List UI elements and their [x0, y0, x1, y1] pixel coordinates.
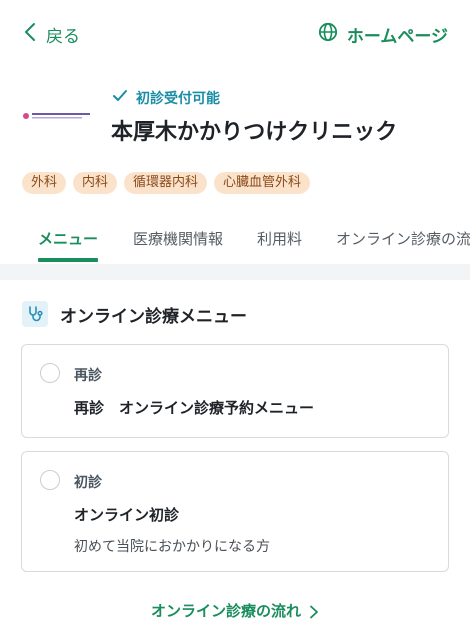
section-divider — [0, 264, 470, 280]
clinic-header: 初診受付可能 本厚木かかりつけクリニック — [0, 84, 470, 154]
tab-online-flow[interactable]: オンライン診療の流れ — [336, 228, 470, 249]
specialty-tag: 内科 — [73, 172, 118, 194]
homepage-link[interactable]: ホームページ — [318, 22, 448, 47]
accept-status: 初診受付可能 — [112, 88, 220, 108]
specialty-tags: 外科 内科 循環器内科 心臓血管外科 — [22, 172, 311, 194]
menu-option-type: 初診 — [74, 475, 102, 491]
stethoscope-icon — [22, 301, 48, 327]
clinic-name: 本厚木かかりつけクリニック — [111, 120, 398, 145]
online-flow-link-label: オンライン診療の流れ — [150, 602, 301, 620]
back-label: 戻る — [46, 27, 80, 47]
back-button[interactable]: 戻る — [22, 22, 80, 47]
radio-button[interactable] — [40, 470, 60, 490]
tab-fees[interactable]: 利用料 — [257, 228, 302, 249]
globe-icon — [318, 22, 338, 47]
menu-option-card[interactable]: 再診 再診 オンライン診療予約メニュー — [21, 344, 449, 438]
accept-status-label: 初診受付可能 — [136, 91, 220, 107]
clinic-logo — [22, 108, 94, 124]
menu-option-card[interactable]: 初診 オンライン初診 初めて当院におかかりになる方 — [21, 451, 449, 572]
active-tab-indicator — [38, 258, 98, 262]
specialty-tag: 循環器内科 — [124, 172, 208, 194]
specialty-tag: 心臓血管外科 — [214, 172, 311, 194]
top-bar: 戻る ホームページ — [0, 0, 470, 68]
tab-bar: メニュー 医療機関情報 利用料 オンライン診療の流れ — [0, 216, 470, 264]
menu-section-title: オンライン診療メニュー — [60, 306, 247, 327]
menu-section-header: オンライン診療メニュー — [22, 301, 247, 327]
specialty-tag: 外科 — [22, 172, 67, 194]
check-icon — [112, 89, 128, 107]
chevron-left-icon — [22, 22, 38, 47]
online-flow-link[interactable]: オンライン診療の流れ — [0, 600, 470, 621]
menu-option-title: オンライン初診 — [74, 506, 180, 524]
homepage-label: ホームページ — [346, 27, 448, 47]
radio-button[interactable] — [40, 363, 60, 383]
tab-clinic-info[interactable]: 医療機関情報 — [133, 228, 223, 249]
tab-menu[interactable]: メニュー — [38, 228, 98, 249]
chevron-right-icon — [309, 605, 319, 619]
menu-option-description: 初めて当院におかかりになる方 — [74, 539, 270, 555]
menu-option-title: 再診 オンライン診療予約メニュー — [74, 399, 315, 417]
menu-option-type: 再診 — [74, 368, 102, 384]
